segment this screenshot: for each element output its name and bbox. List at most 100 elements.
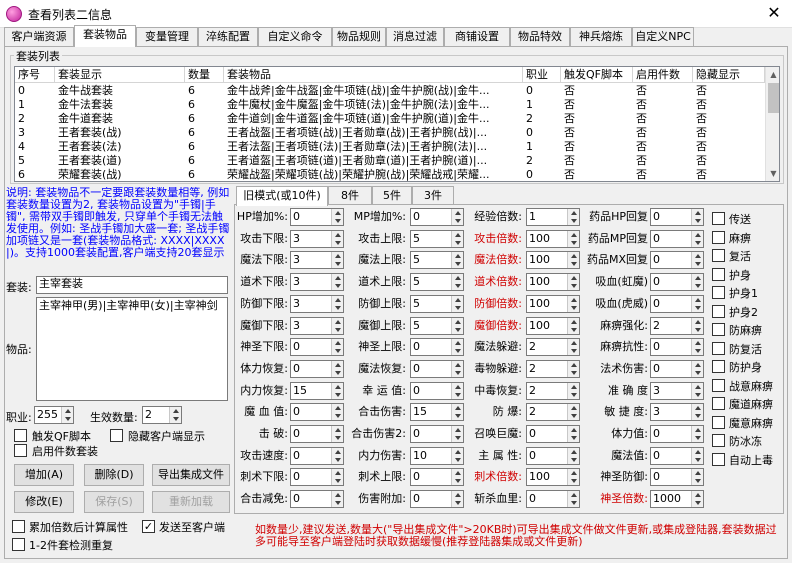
spin-arrows-icon[interactable] [691, 209, 703, 225]
spin-arrows-icon[interactable] [331, 252, 343, 269]
field-spinner[interactable]: 0 [650, 468, 704, 487]
spin-arrows-icon[interactable] [331, 230, 343, 247]
column-header[interactable]: 套装显示 [55, 67, 185, 83]
spin-arrows-icon[interactable] [691, 274, 703, 291]
spin-arrows-icon[interactable] [331, 404, 343, 421]
field-spinner[interactable]: 3 [650, 403, 704, 422]
checkbox[interactable] [712, 341, 725, 355]
count-spinner[interactable]: 2 [142, 406, 182, 424]
checkbox[interactable] [712, 415, 725, 429]
field-spinner[interactable]: 0 [410, 208, 464, 226]
spin-arrows-icon[interactable] [331, 447, 343, 464]
checkbox[interactable] [14, 429, 27, 442]
field-spinner[interactable]: 5 [410, 316, 464, 335]
spin-arrows-icon[interactable] [691, 252, 703, 269]
spin-arrows-icon[interactable] [331, 274, 343, 291]
spin-arrows-icon[interactable] [169, 407, 181, 423]
scroll-up-icon[interactable]: ▲ [766, 67, 779, 82]
spin-arrows-icon[interactable] [331, 426, 343, 442]
spin-arrows-icon[interactable] [691, 491, 703, 508]
column-header[interactable]: 套装物品 [224, 67, 523, 83]
field-spinner[interactable]: 3 [290, 229, 344, 248]
spin-arrows-icon[interactable] [331, 360, 343, 377]
field-spinner[interactable]: 100 [526, 468, 580, 487]
field-spinner[interactable]: 3 [290, 251, 344, 270]
checkbox[interactable] [712, 286, 725, 299]
table-row[interactable]: 1 金牛法套装 6 金牛魔杖|金牛魔盔|金牛项链(法)|金牛护腕(法)|金牛... 1 否… [15, 98, 765, 112]
field-spinner[interactable]: 0 [650, 425, 704, 443]
field-spinner[interactable]: 0 [650, 446, 704, 465]
spin-arrows-icon[interactable] [691, 447, 703, 464]
spin-arrows-icon[interactable] [691, 339, 703, 356]
field-spinner[interactable]: 100 [526, 316, 580, 335]
suit-table[interactable]: 序号 套装显示 数量 套装物品 职业 触发QF脚本 启用件数 隐藏显示 0 金牛战套装 6 金牛战斧… [14, 66, 780, 182]
checkbox[interactable] [712, 212, 725, 225]
table-row[interactable]: 6 荣耀套装(战) 6 荣耀战盔|荣耀项链(战)|荣耀护腕(战)|荣耀战戒|荣耀...… [15, 168, 765, 181]
field-spinner[interactable]: 5 [410, 251, 464, 270]
table-row[interactable]: 3 王者套装(战) 6 王者战盔|王者项链(战)|王者勋章(战)|王者护腕(战)|..… [15, 126, 765, 140]
column-header[interactable]: 隐藏显示 [693, 67, 765, 83]
field-spinner[interactable]: 0 [290, 208, 344, 226]
field-spinner[interactable]: 0 [290, 403, 344, 422]
spin-arrows-icon[interactable] [331, 209, 343, 225]
field-spinner[interactable]: 5 [410, 273, 464, 292]
items-textarea[interactable]: 主宰神甲(男)|主宰神甲(女)|主宰神剑 [36, 297, 228, 401]
field-spinner[interactable]: 0 [290, 425, 344, 443]
field-spinner[interactable]: 3 [290, 273, 344, 292]
field-spinner[interactable]: 1 [526, 208, 580, 226]
field-spinner[interactable]: 0 [650, 251, 704, 270]
field-spinner[interactable]: 0 [650, 359, 704, 378]
checkbox[interactable] [712, 304, 725, 318]
field-spinner[interactable]: 10 [410, 446, 464, 465]
table-row[interactable]: 5 王者套装(道) 6 王者道盔|王者项链(道)|王者勋章(道)|王者护腕(道)|..… [15, 154, 765, 168]
field-spinner[interactable]: 100 [526, 273, 580, 292]
spin-arrows-icon[interactable] [691, 382, 703, 399]
checkbox[interactable] [712, 267, 725, 281]
field-spinner[interactable]: 0 [290, 359, 344, 378]
tab-1[interactable]: 套装物品 [74, 25, 136, 47]
field-spinner[interactable]: 100 [526, 251, 580, 270]
field-spinner[interactable]: 3 [290, 294, 344, 313]
subtab-3[interactable]: 3件 [412, 186, 454, 206]
save-button[interactable]: 保存(S) [84, 491, 144, 513]
subtab-1[interactable]: 8件 [328, 186, 372, 206]
tab-3[interactable]: 淬练配置 [198, 27, 258, 47]
checkbox[interactable] [712, 360, 725, 373]
checkbox[interactable] [712, 249, 725, 262]
checkbox[interactable] [712, 434, 725, 447]
checkbox[interactable] [14, 444, 27, 457]
job-spinner[interactable]: 255 [34, 406, 74, 424]
field-spinner[interactable]: 5 [410, 294, 464, 313]
checkbox[interactable] [712, 230, 725, 244]
column-header[interactable]: 数量 [185, 67, 224, 83]
table-row[interactable]: 4 王者套装(法) 6 王者法盔|王者项链(法)|王者勋章(法)|王者护腕(法)|..… [15, 140, 765, 154]
field-spinner[interactable]: 2 [526, 359, 580, 378]
field-spinner[interactable]: 0 [526, 425, 580, 443]
suit-name-input[interactable]: 主宰套装 [36, 276, 228, 294]
field-spinner[interactable]: 15 [290, 381, 344, 400]
field-spinner[interactable]: 0 [290, 446, 344, 465]
tab-0[interactable]: 客户端资源 [4, 27, 74, 47]
spin-arrows-icon[interactable] [331, 295, 343, 312]
field-spinner[interactable]: 0 [290, 338, 344, 357]
spin-arrows-icon[interactable] [331, 491, 343, 508]
tab-9[interactable]: 神兵熔炼 [570, 27, 632, 47]
column-header[interactable]: 职业 [523, 67, 561, 83]
tab-5[interactable]: 物品规则 [332, 27, 386, 47]
field-spinner[interactable]: 3 [650, 381, 704, 400]
spin-arrows-icon[interactable] [331, 382, 343, 399]
add-button[interactable]: 增加(A) [14, 464, 74, 486]
field-spinner[interactable]: 0 [410, 359, 464, 378]
table-row[interactable]: 0 金牛战套装 6 金牛战斧|金牛战盔|金牛项链(战)|金牛护腕(战)|金牛... 0 否… [15, 84, 765, 98]
field-spinner[interactable]: 0 [290, 490, 344, 509]
spin-arrows-icon[interactable] [691, 404, 703, 421]
field-spinner[interactable]: 2 [526, 381, 580, 400]
field-spinner[interactable]: 3 [290, 316, 344, 335]
field-spinner[interactable]: 100 [526, 229, 580, 248]
spin-arrows-icon[interactable] [691, 317, 703, 334]
table-row[interactable]: 2 金牛道套装 6 金牛道剑|金牛道盔|金牛项链(道)|金牛护腕(道)|金牛... 2 否… [15, 112, 765, 126]
tab-4[interactable]: 自定义命令 [258, 27, 332, 47]
field-spinner[interactable]: 0 [410, 425, 464, 443]
spin-arrows-icon[interactable] [331, 469, 343, 486]
tab-10[interactable]: 自定义NPC [632, 27, 694, 47]
